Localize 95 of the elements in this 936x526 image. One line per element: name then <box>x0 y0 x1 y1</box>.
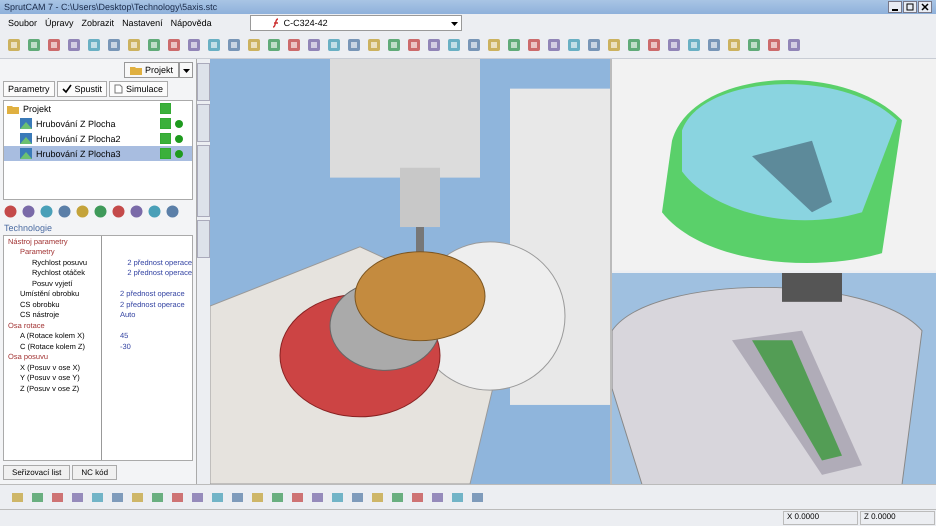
operation-icon <box>20 148 32 159</box>
function-icon <box>270 18 281 28</box>
toolbar-tool-icon[interactable] <box>646 37 662 53</box>
page-icon <box>114 84 124 94</box>
toolbar-tool-icon[interactable] <box>326 37 342 53</box>
toolbar-tool-icon[interactable] <box>126 37 142 53</box>
toolbar-tool-icon[interactable] <box>146 37 162 53</box>
close-icon <box>921 3 929 11</box>
toolbar-tool-icon[interactable] <box>406 37 422 53</box>
toolbar-tool-icon[interactable] <box>566 37 582 53</box>
toolbar-tool-icon[interactable] <box>6 37 22 53</box>
machine-viewport[interactable] <box>210 59 612 484</box>
toolbar-tool-icon[interactable] <box>666 37 682 53</box>
tree-item[interactable]: Projekt <box>4 101 192 116</box>
close-button[interactable] <box>918 1 932 13</box>
toolbar-tool-icon[interactable] <box>686 37 702 53</box>
checkbox[interactable] <box>160 133 171 144</box>
toolbar-tool-icon[interactable] <box>726 37 742 53</box>
menu-item[interactable]: Nastavení <box>122 18 163 28</box>
operation-type-icon[interactable] <box>165 204 180 219</box>
side-tab[interactable] <box>197 220 210 258</box>
simulation-viewport[interactable] <box>612 272 936 484</box>
section-label: Technologie <box>3 223 54 233</box>
panel-button[interactable]: Parametry <box>3 81 55 97</box>
menu-item[interactable]: Soubor <box>8 18 38 28</box>
operation-type-icon[interactable] <box>57 204 72 219</box>
toolbar-tool-icon[interactable] <box>46 37 62 53</box>
operation-type-icon[interactable] <box>129 204 144 219</box>
tab[interactable]: NC kód <box>72 465 118 480</box>
operation-type-icon[interactable] <box>3 204 18 219</box>
checkbox[interactable] <box>160 103 171 114</box>
toolbar-tool-icon[interactable] <box>226 37 242 53</box>
toolbar-tool-icon[interactable] <box>366 37 382 53</box>
operation-type-icon[interactable] <box>75 204 90 219</box>
toolbar-tool-icon[interactable] <box>286 37 302 53</box>
toolbar-tool-icon[interactable] <box>506 37 522 53</box>
toolbar-tool-icon[interactable] <box>546 37 562 53</box>
toolbar-tool-icon[interactable] <box>446 37 462 53</box>
tree-item[interactable]: Hrubování Z Plocha3 <box>4 146 192 161</box>
toolbar-tool-icon[interactable] <box>26 37 42 53</box>
toolbar-tool-icon[interactable] <box>626 37 642 53</box>
side-tab[interactable] <box>197 145 210 217</box>
toolbar-tool-icon[interactable] <box>386 37 402 53</box>
toolbar-tool-icon[interactable] <box>706 37 722 53</box>
operation-type-icon[interactable] <box>21 204 36 219</box>
toolbar-tool-icon[interactable] <box>346 37 362 53</box>
toolbar-tool-icon[interactable] <box>186 37 202 53</box>
toolpath-viewport[interactable] <box>612 59 936 270</box>
toolbar-tool-icon[interactable] <box>586 37 602 53</box>
dropdown-button[interactable] <box>179 62 193 78</box>
operation-type-icon[interactable] <box>147 204 162 219</box>
toolbar-tool-icon[interactable] <box>66 37 82 53</box>
toolbar-tool-icon[interactable] <box>306 37 322 53</box>
checkbox[interactable] <box>160 118 171 129</box>
tab[interactable]: Seřizovací list <box>3 465 70 480</box>
minimize-button[interactable] <box>888 1 902 13</box>
x-coordinate: X 0.0000 <box>783 511 858 525</box>
folder-icon <box>130 65 142 75</box>
toolbar-tool-icon[interactable] <box>466 37 482 53</box>
toolbar-tool-icon[interactable] <box>106 37 122 53</box>
toolbar-tool-icon[interactable] <box>526 37 542 53</box>
maximize-button[interactable] <box>903 1 917 13</box>
toolbar-tool-icon[interactable] <box>786 37 802 53</box>
menu-item[interactable]: Zobrazit <box>82 18 114 28</box>
panel-button[interactable]: Simulace <box>109 81 168 97</box>
dropdown-arrow-icon <box>182 66 190 74</box>
menu-item[interactable]: Úpravy <box>45 18 74 28</box>
folder-icon <box>7 104 19 114</box>
toolbar-tool-icon[interactable] <box>86 37 102 53</box>
z-coordinate: Z 0.0000 <box>860 511 935 525</box>
toolbar-tool-icon[interactable] <box>606 37 622 53</box>
window-title: SprutCAM 7 - C:\Users\Desktop\Technology\5axis.stc <box>4 2 218 12</box>
tree-item[interactable]: Hrubování Z Plocha2 <box>4 131 192 146</box>
toolbar-tool-icon[interactable] <box>766 37 782 53</box>
toolbar-tool-icon[interactable] <box>266 37 282 53</box>
panel-button[interactable]: Spustit <box>56 81 108 97</box>
toolbar-tool-icon[interactable] <box>746 37 762 53</box>
operation-type-icon[interactable] <box>39 204 54 219</box>
side-tab[interactable] <box>197 104 210 142</box>
maximize-icon <box>906 3 914 11</box>
part-combo[interactable]: C-C324-42 <box>250 15 462 31</box>
operation-icon <box>20 133 32 144</box>
toolbar-tool-icon[interactable] <box>206 37 222 53</box>
checkbox[interactable] <box>160 148 171 159</box>
operation-icon <box>20 118 32 129</box>
tree-item[interactable]: Hrubování Z Plocha <box>4 116 192 131</box>
toolbar-tool-icon[interactable] <box>486 37 502 53</box>
menu-item[interactable]: Nápověda <box>170 18 212 28</box>
operation-type-icon[interactable] <box>111 204 126 219</box>
project-folder-button[interactable]: Projekt <box>124 62 179 78</box>
operation-type-icon[interactable] <box>93 204 108 219</box>
checkmark-icon <box>62 84 72 94</box>
toolbar-tool-icon[interactable] <box>166 37 182 53</box>
toolbar-tool-icon[interactable] <box>426 37 442 53</box>
toolbar-tool-icon[interactable] <box>246 37 262 53</box>
